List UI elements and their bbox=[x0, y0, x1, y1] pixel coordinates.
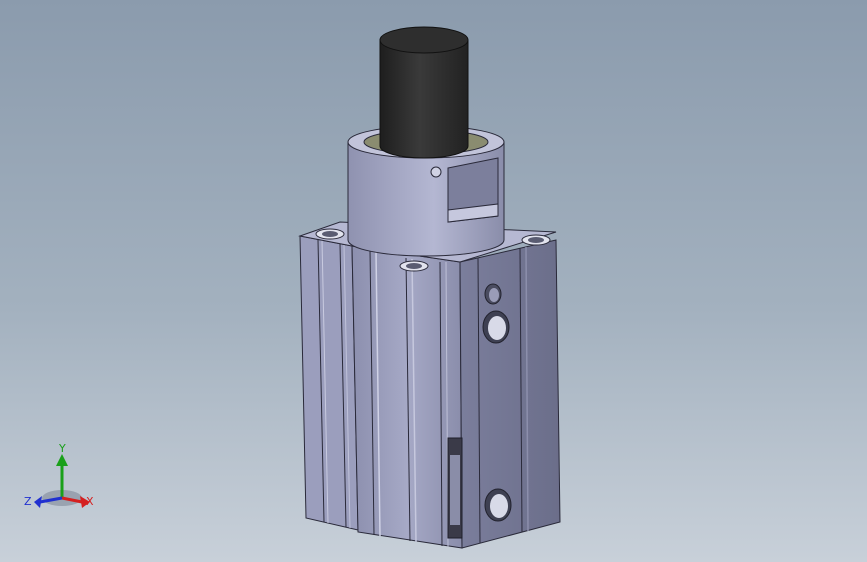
y-axis-label: Y bbox=[58, 442, 66, 455]
graphics-viewport[interactable]: Y X Z bbox=[0, 0, 867, 562]
collar-pin-hole bbox=[430, 166, 442, 178]
z-axis-label: Z bbox=[24, 495, 32, 508]
piston-rod bbox=[379, 39, 469, 159]
cylinder-model[interactable] bbox=[0, 0, 867, 562]
body-front-face bbox=[351, 245, 463, 549]
x-axis-label: X bbox=[86, 495, 94, 508]
axis-triad: Y X Z bbox=[24, 442, 94, 508]
